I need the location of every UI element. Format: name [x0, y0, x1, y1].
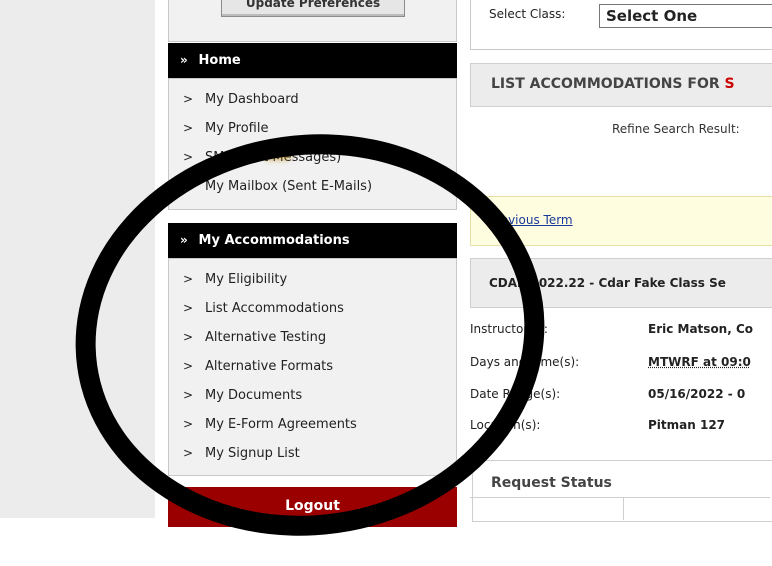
sidebar-item-label: Alternative Testing	[205, 330, 327, 345]
sidebar-item-profile[interactable]: > My Profile	[183, 118, 268, 138]
sidebar-item-label: My Signup List	[205, 446, 300, 461]
sidebar-item-alternative-formats[interactable]: > Alternative Formats	[183, 356, 333, 376]
request-status-panel: Request Status	[472, 460, 772, 522]
sidebar-item-label: My E-Form Agreements	[205, 417, 357, 432]
sidebar-item-documents[interactable]: > My Documents	[183, 385, 302, 405]
chevron-right-icon: >	[183, 388, 194, 402]
double-chevron-down-icon: »	[180, 233, 188, 247]
sidebar-item-dashboard[interactable]: > My Dashboard	[183, 89, 299, 109]
select-class-label: Select Class:	[489, 7, 566, 21]
logout-button[interactable]: Logout	[168, 487, 457, 527]
home-section-header[interactable]: » Home	[168, 43, 457, 78]
sidebar-item-label: My Mailbox (Sent E-Mails)	[205, 179, 373, 194]
sidebar-item-label: My Dashboard	[205, 92, 299, 107]
request-status-column-divider	[623, 497, 624, 520]
preferences-panel: Update Preferences	[168, 0, 457, 42]
sidebar-item-eform-agreements[interactable]: > My E-Form Agreements	[183, 414, 357, 434]
location-label: Location(s):	[470, 418, 541, 432]
update-preferences-button[interactable]: Update Preferences	[221, 0, 405, 17]
main-content: Select Class: Select One LIST ACCOMMODAT…	[470, 0, 772, 522]
chevron-right-icon: >	[183, 179, 194, 193]
chevron-right-icon: >	[183, 121, 194, 135]
home-section-list: > My Dashboard > My Profile > SMS (Text Mes…	[168, 78, 457, 210]
sidebar: Update Preferences » Home > My Dashboard …	[168, 0, 457, 527]
request-status-title: Request Status	[491, 475, 612, 491]
class-heading: CDAR 2022.22 - Cdar Fake Class Se	[470, 258, 772, 308]
sidebar-item-mailbox[interactable]: > My Mailbox (Sent E-Mails)	[183, 176, 372, 196]
instructor-value: Eric Matson, Co	[648, 322, 754, 336]
previous-term-link[interactable]: Previous Term	[489, 213, 573, 227]
sidebar-item-alternative-testing[interactable]: > Alternative Testing	[183, 327, 326, 347]
list-heading-text: LIST ACCOMMODATIONS FOR	[491, 76, 720, 92]
refine-search-label: Refine Search Result:	[612, 122, 740, 136]
request-status-divider	[470, 497, 770, 498]
left-gutter	[0, 0, 155, 518]
class-title: CDAR 2022.22 - Cdar Fake Class Se	[489, 276, 726, 290]
instructor-label: Instructor(s):	[470, 322, 548, 336]
sidebar-item-label: List Accommodations	[205, 301, 344, 316]
sidebar-item-label: My Profile	[205, 121, 269, 136]
chevron-right-icon: >	[183, 446, 194, 460]
sidebar-item-label: Alternative Formats	[205, 359, 334, 374]
sidebar-item-list-accommodations[interactable]: > List Accommodations	[183, 298, 344, 318]
double-chevron-down-icon: »	[180, 53, 188, 67]
chevron-right-icon: >	[183, 359, 194, 373]
select-class-panel: Select Class: Select One	[470, 0, 772, 50]
select-class-dropdown[interactable]: Select One	[599, 4, 772, 28]
accommodations-section-title: My Accommodations	[198, 233, 350, 248]
home-section-title: Home	[198, 53, 241, 68]
chevron-right-icon: >	[183, 150, 194, 164]
date-range-label: Date Range(s):	[470, 387, 561, 401]
chevron-right-icon: >	[183, 301, 194, 315]
days-time-label: Days and Time(s):	[470, 355, 580, 369]
date-range-value: 05/16/2022 - 0	[648, 387, 746, 401]
list-accommodations-heading: LIST ACCOMMODATIONS FOR S	[470, 63, 772, 107]
accommodations-section-header[interactable]: » My Accommodations	[168, 223, 457, 258]
sidebar-item-signup-list[interactable]: > My Signup List	[183, 443, 300, 463]
accommodations-section-list: > My Eligibility > List Accommodations > Al…	[168, 258, 457, 476]
sidebar-item-label: My Documents	[205, 388, 303, 403]
scribble-mark	[262, 146, 292, 160]
chevron-right-icon: >	[183, 272, 194, 286]
location-value: Pitman 127	[648, 418, 726, 432]
sidebar-item-eligibility[interactable]: > My Eligibility	[183, 269, 287, 289]
chevron-right-icon: >	[183, 92, 194, 106]
sidebar-item-label: My Eligibility	[205, 272, 288, 287]
days-time-value[interactable]: MTWRF at 09:0	[648, 355, 751, 369]
previous-term-banner: Previous Term	[470, 196, 772, 246]
chevron-right-icon: >	[183, 330, 194, 344]
chevron-right-icon: >	[183, 417, 194, 431]
list-heading-red-text: S	[724, 76, 735, 92]
